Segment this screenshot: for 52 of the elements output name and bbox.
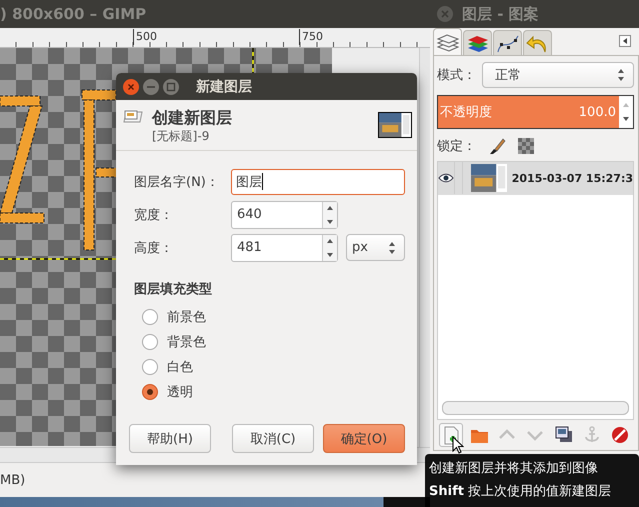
toolbar-button[interactable]	[439, 423, 463, 447]
slider-value: 100.0	[578, 104, 617, 120]
spin-arrows-icon	[622, 101, 630, 123]
section-heading: 图层填充类型	[134, 280, 213, 298]
layer-row[interactable]: 2015-03-07 15:27:3	[438, 162, 633, 195]
delete-icon	[610, 425, 630, 445]
radio-button[interactable]	[142, 384, 158, 400]
radio-button[interactable]	[142, 308, 158, 324]
close-icon[interactable]	[436, 5, 454, 23]
spin-arrows-icon	[388, 240, 396, 254]
window-title: 新建图层	[196, 78, 252, 96]
duplicate-icon	[554, 425, 574, 445]
field-label: 图层名字(N)：	[134, 174, 220, 190]
field-label: 宽度：	[134, 206, 174, 224]
window-title: 图层 - 图案	[462, 4, 539, 24]
checkerboard-icon[interactable]	[518, 138, 534, 154]
collapse-icon[interactable]	[619, 35, 631, 47]
tooltip-text: 创建新图层并将其添加到图像	[429, 460, 599, 477]
eye-icon[interactable]	[438, 173, 454, 183]
radio-option[interactable]: 透明	[142, 379, 405, 404]
scrollbar[interactable]	[442, 401, 629, 415]
input-field[interactable]: 图层	[231, 168, 405, 194]
window-title: ) 800x600 – GIMP	[0, 5, 146, 23]
unit-dropdown[interactable]: px	[346, 234, 405, 261]
radio-option[interactable]: 白色	[142, 354, 405, 379]
slider-label: 不透明度	[439, 104, 493, 121]
tab[interactable]	[493, 30, 522, 55]
scrollbar[interactable]	[419, 48, 430, 447]
status-text: MB)	[0, 472, 26, 488]
image-name: [无标题]-9	[152, 128, 210, 145]
lock-label: 锁定：	[437, 138, 476, 155]
brush-icon[interactable]	[488, 137, 506, 155]
mode-label: 模式：	[437, 67, 476, 84]
spin-field[interactable]: 640	[231, 200, 338, 228]
radio-option[interactable]: 前景色	[142, 304, 405, 329]
spin-arrows-icon	[617, 68, 625, 82]
mode-dropdown[interactable]: 正常	[482, 62, 634, 88]
tooltip-text: Shift 按上次使用的值新建图层	[429, 483, 612, 500]
radio-option[interactable]: 背景色	[142, 329, 405, 354]
dialog-heading: 创建新图层	[152, 108, 233, 128]
radio-button[interactable]	[142, 334, 158, 350]
window-controls-drawing[interactable]	[122, 78, 180, 96]
field-label: 高度：	[134, 240, 174, 256]
tab[interactable]	[433, 28, 462, 55]
spin-field[interactable]: 481	[231, 234, 338, 262]
dialog-button[interactable]: 确定(O)	[323, 424, 405, 453]
radio-button[interactable]	[142, 358, 158, 374]
ruler-label: 750	[299, 29, 323, 45]
dialog-button[interactable]: 取消(C)	[232, 424, 314, 453]
ruler-label: 500	[133, 29, 157, 45]
dialog-button[interactable]: 帮助(H)	[129, 424, 211, 453]
layer-icon	[122, 110, 144, 124]
